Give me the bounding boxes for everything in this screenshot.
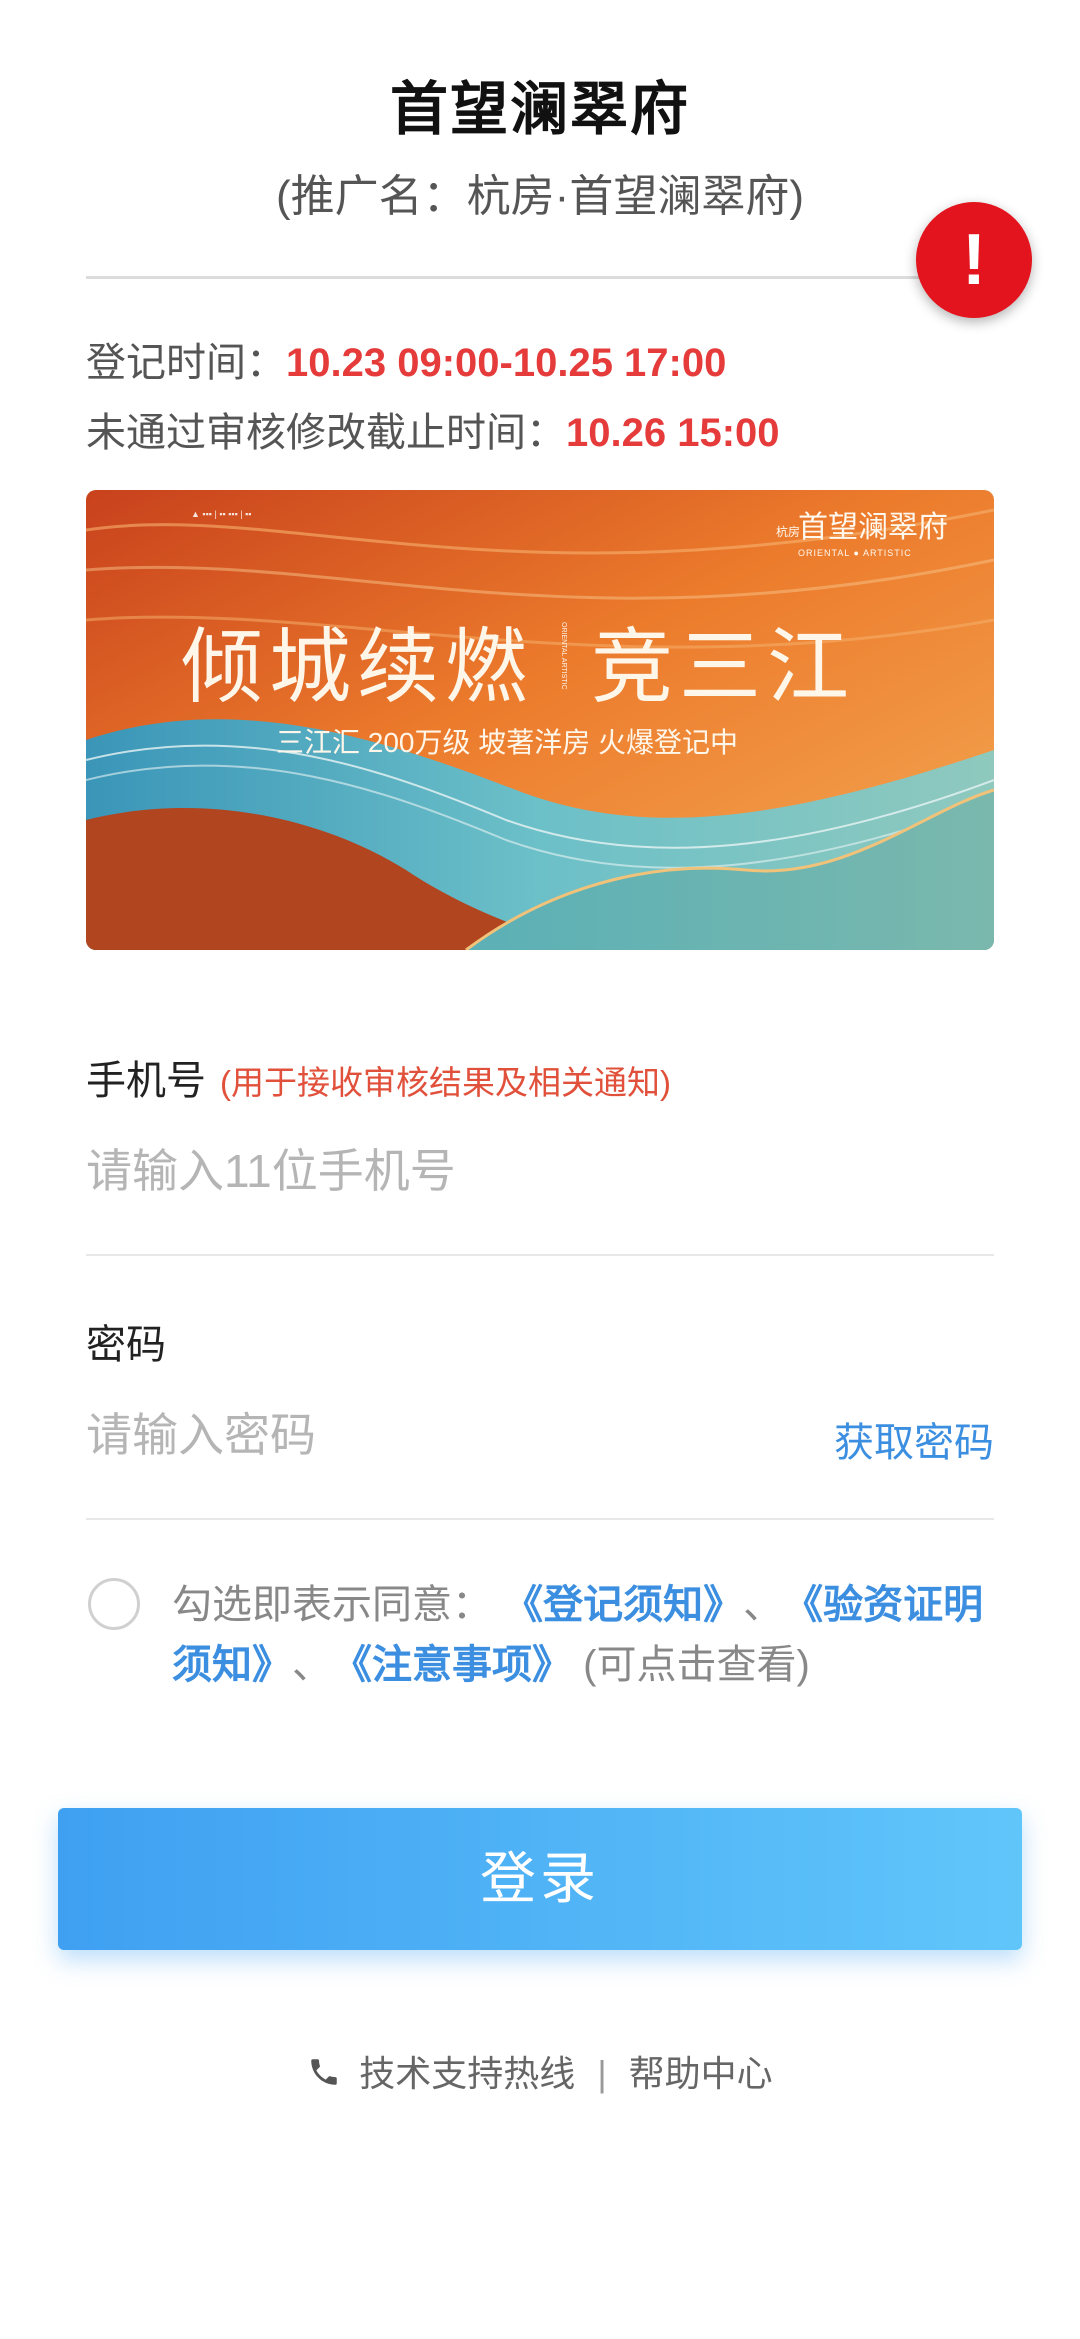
banner-logo-small: 杭房 xyxy=(776,524,800,539)
agreement-separator: 、 xyxy=(743,1583,784,1627)
modify-deadline-label: 未通过审核修改截止时间： xyxy=(86,411,566,455)
precautions-link[interactable]: 《注意事项》 xyxy=(352,1643,572,1687)
modify-deadline: 未通过审核修改截止时间：10.26 15:00 xyxy=(86,400,780,458)
exclamation-icon[interactable]: ! xyxy=(916,202,1032,318)
page-subtitle: (推广名：杭房·首望澜翠府) xyxy=(276,172,804,221)
registration-time-value: 10.23 09:00-10.25 17:00 xyxy=(286,341,727,385)
phone-input[interactable] xyxy=(86,1136,786,1206)
banner-logo-sub: ORIENTAL ● ARTISTIC xyxy=(798,548,912,558)
page-title: 首望澜翠府 xyxy=(389,77,690,142)
banner-vertical-text: ORIENTAL ARTISTIC xyxy=(560,622,567,690)
footer: 技术支持热线 | 帮助中心 xyxy=(0,2045,1080,2098)
svg-text:▲ ▪▪▪ | ▪▪ ▪▪▪ | ▪▪: ▲ ▪▪▪ | ▪▪ ▪▪▪ | ▪▪ xyxy=(191,509,252,519)
support-hotline-link[interactable]: 技术支持热线 xyxy=(359,2053,575,2094)
password-input[interactable] xyxy=(86,1400,786,1470)
modify-deadline-value: 10.26 15:00 xyxy=(566,411,780,455)
promo-banner: ▲ ▪▪▪ | ▪▪ ▪▪▪ | ▪▪ 首望澜翠府 杭房 ORIENTAL ● … xyxy=(86,490,994,950)
agreement-suffix: (可点击查看) xyxy=(583,1643,810,1687)
password-divider xyxy=(86,1518,994,1520)
phone-label: 手机号 xyxy=(86,1059,206,1103)
password-label: 密码 xyxy=(86,1323,166,1367)
agreement-checkbox[interactable] xyxy=(88,1578,140,1630)
registration-time-label: 登记时间： xyxy=(86,341,286,385)
phone-hint: (用于接收审核结果及相关通知) xyxy=(220,1064,671,1101)
phone-field-label: 手机号 (用于接收审核结果及相关通知) xyxy=(86,1048,671,1106)
registration-time: 登记时间：10.23 09:00-10.25 17:00 xyxy=(86,330,726,388)
banner-tagline: 三江汇 200万级 坡著洋房 火爆登记中 xyxy=(276,727,738,758)
banner-headline-right: 竞三江 xyxy=(591,620,855,715)
phone-icon xyxy=(307,2055,341,2098)
get-password-link[interactable]: 获取密码 xyxy=(834,1410,994,1468)
registration-notice-link[interactable]: 《登记须知》 xyxy=(503,1583,723,1627)
phone-divider xyxy=(86,1254,994,1256)
banner-headline-left: 倾城续燃 xyxy=(181,620,533,715)
agreement-separator: 、 xyxy=(292,1643,332,1687)
banner-logo: 首望澜翠府 xyxy=(798,510,948,545)
footer-divider: | xyxy=(597,2053,607,2094)
agreement-prefix: 勾选即表示同意： xyxy=(172,1583,492,1627)
login-button[interactable]: 登录 xyxy=(58,1808,1022,1950)
header-divider xyxy=(86,276,994,279)
agreement-text: 勾选即表示同意： 《登记须知》、《验资证明须知》、《注意事项》 (可点击查看) xyxy=(172,1575,1002,1695)
help-center-link[interactable]: 帮助中心 xyxy=(629,2053,773,2094)
